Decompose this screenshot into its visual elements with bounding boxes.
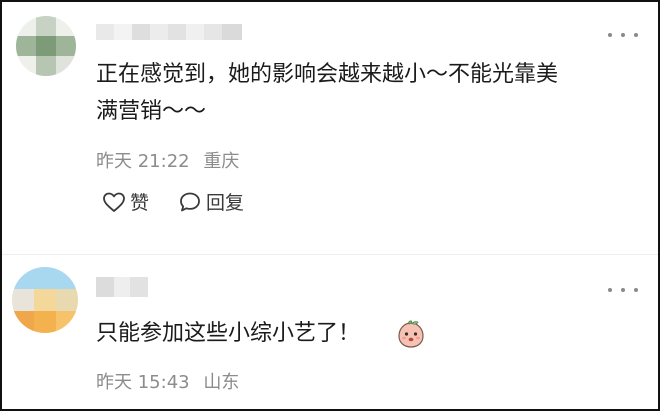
comment-time: 昨天 21:22 xyxy=(96,151,190,172)
comment-location: 山东 xyxy=(203,372,240,393)
more-dots-icon[interactable] xyxy=(608,28,638,42)
comment-text-line-2: 满营销～～ xyxy=(96,99,207,124)
avatar[interactable] xyxy=(16,16,76,76)
like-button[interactable]: 赞 xyxy=(102,188,149,215)
comment-text-line-1: 正在感觉到，她的影响会越来越小～不能光靠美 xyxy=(96,62,559,87)
username-redacted[interactable] xyxy=(96,277,148,297)
comment-item: 只能参加这些小综小艺了！ 昨天 15:43 山东 xyxy=(2,257,658,409)
comment-item: 正在感觉到，她的影响会越来越小～不能光靠美 满营销～～ 昨天 21:22 重庆 … xyxy=(2,2,658,252)
comment-meta: 昨天 21:22 重庆 xyxy=(96,147,247,173)
avatar[interactable] xyxy=(12,267,78,333)
comment-text: 只能参加这些小综小艺了！ xyxy=(96,321,361,346)
comment-time: 昨天 15:43 xyxy=(96,372,190,393)
comment-panel: 正在感觉到，她的影响会越来越小～不能光靠美 满营销～～ 昨天 21:22 重庆 … xyxy=(0,0,660,411)
peach-face-emoji-icon xyxy=(398,320,424,348)
comment-location: 重庆 xyxy=(203,151,240,172)
like-label: 赞 xyxy=(130,192,150,214)
heart-outline-icon xyxy=(103,192,125,212)
divider xyxy=(2,254,658,255)
reply-label: 回复 xyxy=(206,192,245,214)
speech-bubble-icon xyxy=(180,192,200,211)
comment-meta: 昨天 15:43 山东 xyxy=(96,368,247,394)
more-dots-icon[interactable] xyxy=(608,283,638,297)
username-redacted[interactable] xyxy=(96,24,242,40)
reply-button[interactable]: 回复 xyxy=(178,188,244,215)
